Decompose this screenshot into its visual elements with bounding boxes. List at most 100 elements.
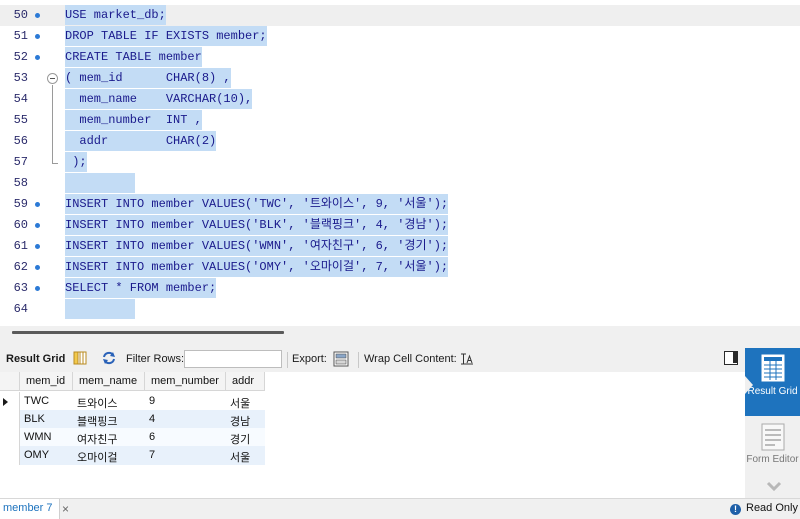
result-grid-icon bbox=[761, 354, 785, 382]
line-number: 51 bbox=[13, 29, 28, 43]
selected-text: INSERT INTO member VALUES('OMY', '오마이걸',… bbox=[65, 257, 449, 277]
table-cell[interactable]: BLK bbox=[20, 410, 73, 429]
chevron-down-icon[interactable] bbox=[766, 480, 782, 492]
toggle-side-panel-icon[interactable] bbox=[724, 351, 738, 365]
current-row-arrow-icon bbox=[3, 398, 8, 406]
table-cell[interactable]: TWC bbox=[20, 392, 73, 411]
statement-marker-icon bbox=[35, 34, 40, 39]
form-editor-button-label: Form Editor bbox=[746, 454, 799, 465]
form-editor-button[interactable]: Form Editor bbox=[745, 418, 800, 480]
table-cell[interactable]: 블랙핑크 bbox=[73, 410, 145, 429]
row-header[interactable] bbox=[0, 428, 20, 447]
line-number: 54 bbox=[13, 92, 28, 106]
code-line[interactable]: 62 INSERT INTO member VALUES('OMY', '오마이걸… bbox=[0, 257, 800, 278]
column-header[interactable]: addr bbox=[226, 372, 265, 391]
table-cell[interactable]: 경기 bbox=[226, 428, 265, 447]
code-line[interactable]: 53 ( mem_id CHAR(8) , bbox=[0, 68, 800, 89]
result-grid-tab-label[interactable]: Result Grid bbox=[6, 353, 65, 365]
table-cell[interactable]: 오마이걸 bbox=[73, 446, 145, 465]
result-tab-label: member 7 bbox=[3, 502, 53, 514]
line-number: 53 bbox=[13, 71, 28, 85]
editor-horizontal-scrollbar[interactable] bbox=[12, 331, 284, 334]
row-header[interactable] bbox=[0, 410, 20, 429]
table-cell[interactable]: 경남 bbox=[226, 410, 265, 429]
row-header[interactable] bbox=[0, 392, 20, 411]
code-line[interactable]: 51 DROP TABLE IF EXISTS member; bbox=[0, 26, 800, 47]
export-icon[interactable] bbox=[333, 351, 349, 370]
active-pointer bbox=[745, 376, 753, 394]
code-line[interactable]: 55 mem_number INT , bbox=[0, 110, 800, 131]
column-header[interactable]: mem_id bbox=[20, 372, 73, 391]
selected-text: SELECT * FROM member; bbox=[65, 278, 217, 298]
filter-rows-input[interactable] bbox=[184, 350, 282, 368]
table-cell[interactable]: 트와이스 bbox=[73, 392, 145, 411]
code-line[interactable]: 57 ); bbox=[0, 152, 800, 173]
line-number: 57 bbox=[13, 155, 28, 169]
table-cell[interactable]: 4 bbox=[145, 410, 226, 429]
code-line[interactable]: 60 INSERT INTO member VALUES('BLK', '블랙핑크… bbox=[0, 215, 800, 236]
grid-layout-icon[interactable] bbox=[73, 351, 87, 368]
table-cell[interactable]: OMY bbox=[20, 446, 73, 465]
form-editor-icon bbox=[761, 423, 785, 451]
selected-text: mem_name VARCHAR(10), bbox=[65, 89, 253, 109]
code-line[interactable]: 59 INSERT INTO member VALUES('TWC', '트와이스… bbox=[0, 194, 800, 215]
statement-marker-icon bbox=[35, 13, 40, 18]
table-cell[interactable]: 9 bbox=[145, 392, 226, 411]
grid-corner-header[interactable] bbox=[0, 372, 20, 391]
result-grid-button-label: Result Grid bbox=[747, 386, 798, 397]
code-text bbox=[65, 299, 135, 323]
selected-text bbox=[65, 173, 135, 193]
row-header[interactable] bbox=[0, 446, 20, 465]
code-line[interactable]: 50 USE market_db; bbox=[0, 5, 800, 26]
column-header[interactable]: mem_name bbox=[73, 372, 145, 391]
line-number: 61 bbox=[13, 239, 28, 253]
line-number: 59 bbox=[13, 197, 28, 211]
table-cell[interactable]: WMN bbox=[20, 428, 73, 447]
line-number: 56 bbox=[13, 134, 28, 148]
selected-text bbox=[65, 299, 135, 319]
table-cell[interactable]: 서울 bbox=[226, 446, 265, 465]
toolbar-divider bbox=[358, 352, 359, 368]
wrap-cell-content-label: Wrap Cell Content: bbox=[364, 353, 457, 365]
selected-text: addr CHAR(2) bbox=[65, 131, 217, 151]
column-header[interactable]: mem_number bbox=[145, 372, 226, 391]
fold-guide bbox=[52, 85, 53, 163]
line-number: 58 bbox=[13, 176, 28, 190]
table-cell[interactable]: 여자친구 bbox=[73, 428, 145, 447]
code-line[interactable]: 63 SELECT * FROM member; bbox=[0, 278, 800, 299]
result-tab-member[interactable]: member 7 bbox=[0, 499, 60, 519]
fold-end-marker bbox=[52, 163, 58, 164]
statement-marker-icon bbox=[35, 202, 40, 207]
selected-text: INSERT INTO member VALUES('TWC', '트와이스',… bbox=[65, 194, 449, 214]
statement-marker-icon bbox=[35, 244, 40, 249]
sql-editor[interactable]: 50 USE market_db; 51 DROP TABLE IF EXISTS m… bbox=[0, 0, 800, 326]
line-number: 62 bbox=[13, 260, 28, 274]
table-cell[interactable]: 7 bbox=[145, 446, 226, 465]
selected-text: INSERT INTO member VALUES('WMN', '여자친구',… bbox=[65, 236, 449, 256]
result-grid[interactable]: mem_id mem_name mem_number addr TWC 트와이스 9 서울 BL… bbox=[0, 372, 745, 498]
selected-text: DROP TABLE IF EXISTS member; bbox=[65, 26, 267, 46]
fold-collapse-icon[interactable] bbox=[47, 73, 58, 84]
info-icon: ! bbox=[730, 504, 741, 515]
line-number: 52 bbox=[13, 50, 28, 64]
result-grid-button[interactable]: Result Grid bbox=[745, 348, 800, 416]
code-line[interactable]: 61 INSERT INTO member VALUES('WMN', '여자친구… bbox=[0, 236, 800, 257]
code-line[interactable]: 58 bbox=[0, 173, 800, 194]
table-cell[interactable]: 6 bbox=[145, 428, 226, 447]
wrap-text-icon[interactable] bbox=[460, 352, 474, 369]
statement-marker-icon bbox=[35, 223, 40, 228]
selected-text: ); bbox=[65, 152, 87, 172]
table-cell[interactable]: 서울 bbox=[226, 392, 265, 411]
code-line[interactable]: 64 bbox=[0, 299, 800, 320]
selected-text: USE market_db; bbox=[65, 5, 166, 25]
code-line[interactable]: 52 CREATE TABLE member bbox=[0, 47, 800, 68]
refresh-icon[interactable] bbox=[101, 351, 117, 368]
close-icon[interactable]: × bbox=[62, 502, 69, 516]
line-number: 50 bbox=[13, 8, 28, 22]
selected-text: mem_number INT , bbox=[65, 110, 202, 130]
code-line[interactable]: 54 mem_name VARCHAR(10), bbox=[0, 89, 800, 110]
selected-text: CREATE TABLE member bbox=[65, 47, 202, 67]
code-line[interactable]: 56 addr CHAR(2) bbox=[0, 131, 800, 152]
statement-marker-icon bbox=[35, 55, 40, 60]
filter-rows-label: Filter Rows: bbox=[126, 353, 185, 365]
